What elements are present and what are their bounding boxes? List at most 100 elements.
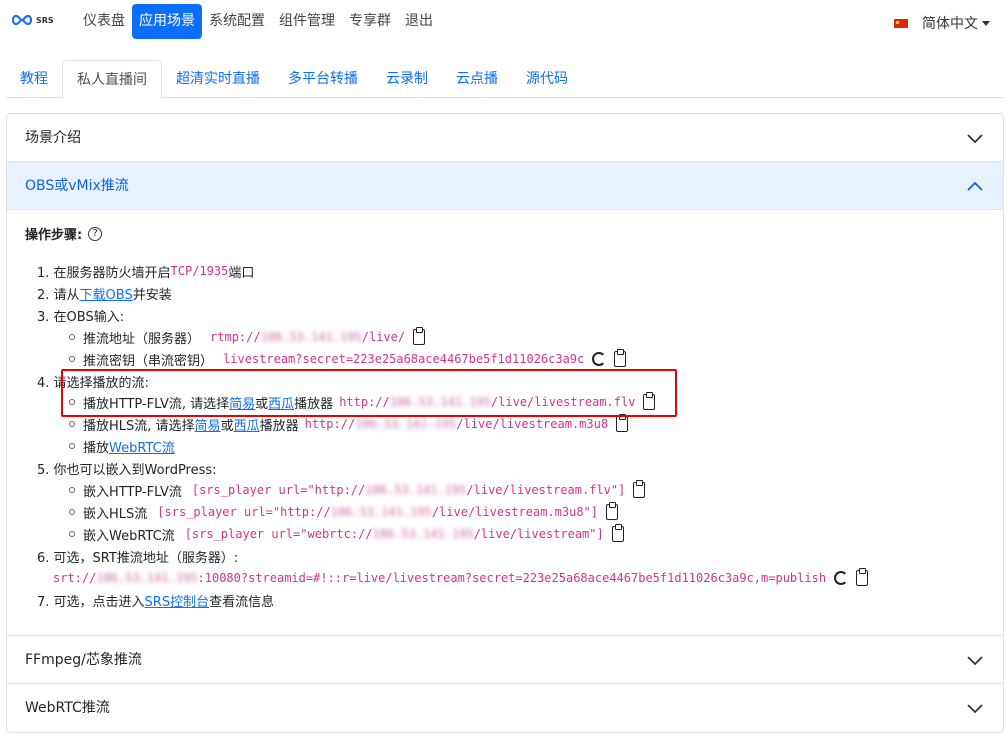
hls-ip: 106.53.141.195 [355,417,457,431]
nav-group[interactable]: 专享群 [342,4,398,39]
srs-console-link[interactable]: SRS控制台 [145,591,210,610]
accordion-webrtc-header[interactable]: WebRTC推流 [7,684,1003,732]
embed-flv-label: 嵌入HTTP-FLV流 [83,484,182,500]
chevron-down-icon [967,704,983,714]
bullet [69,334,75,340]
step-1: 1. 在服务器防火墙开启 TCP/1935 端口 [37,260,254,282]
stream-key-label: 推流密钥（串流密钥） [83,353,214,369]
hls-path: /live/livestream.m3u8 [456,417,609,431]
step-6-text: 6. 可选，SRT推流地址（服务器）: [37,550,239,566]
bullet [69,356,75,362]
step-6-srt: srt:// 106.53.141.195 :10080?streamid=#!… [53,567,869,589]
step-5: 5. 你也可以嵌入到WordPress: [37,457,217,479]
steps-heading: 操作步骤: ? [25,224,985,243]
bullet [69,443,75,449]
nav-config[interactable]: 系统配置 [202,4,272,39]
accordion-ffmpeg-title: FFmpeg/芯象推流 [25,652,142,668]
step-7-suffix: 查看流信息 [209,594,275,610]
help-icon[interactable]: ? [88,226,103,241]
server-path: /live/ [361,330,406,344]
clipboard-icon[interactable] [413,327,426,345]
bullet [69,421,75,427]
embed-webrtc-ip: 106.53.141.195 [372,527,474,541]
accordion-obs-title: OBS或vMix推流 [25,178,129,194]
embed-webrtc-label: 嵌入WebRTC流 [83,528,175,544]
embed-flv-ip: 106.53.141.195 [365,483,467,497]
step-3-text: 3. 在OBS输入: [37,309,125,325]
clipboard-icon[interactable] [616,414,629,432]
clipboard-icon[interactable] [633,480,646,498]
step-5-hls: 嵌入HLS流 [srs_player url="http:// 106.53.1… [69,501,618,523]
step-4-webrtc: 播放 WebRTC流 [69,435,175,457]
embed-flv-code: [srs_player url="http:// [191,483,366,497]
accordion-webrtc-title: WebRTC推流 [25,700,110,716]
navbar: SRS 仪表盘 应用场景 系统配置 组件管理 专享群 退出 简体中文 [0,0,1008,44]
tab-tutorial[interactable]: 教程 [6,60,62,98]
embed-flv-path: /live/livestream.flv"] [466,483,626,497]
accordion-intro-title: 场景介绍 [25,130,81,146]
chevron-down-icon [967,656,983,666]
clipboard-icon[interactable] [606,502,618,520]
clipboard-icon[interactable] [614,349,627,367]
nav-scenarios[interactable]: 应用场景 [132,4,202,39]
webrtc-stream-link[interactable]: WebRTC流 [109,437,175,456]
server-scheme: rtmp:// [210,330,261,344]
bullet [69,487,75,493]
step-1-text: 1. 在服务器防火墙开启 [37,265,171,281]
caret-down-icon [982,20,990,26]
scenario-tabs: 教程 私人直播间 超清实时直播 多平台转播 云录制 云点播 源代码 [6,60,1004,99]
server-ip: 106.53.141.195 [260,330,362,344]
clipboard-icon[interactable] [611,524,624,542]
step-2: 2. 请从 下载OBS 并安装 [37,282,172,304]
stream-key-code: livestream?secret=223e25a68ace4467be5f1d… [223,352,585,366]
step-2-text: 2. 请从 [37,287,80,303]
accordion-obs-header[interactable]: OBS或vMix推流 [7,162,1003,210]
nav-logout[interactable]: 退出 [398,4,440,39]
tab-realtime-live[interactable]: 超清实时直播 [162,60,274,98]
step-3-key: 推流密钥（串流密钥） livestream?secret=223e25a68ac… [69,348,627,370]
accordion-intro-header[interactable]: 场景介绍 [7,114,1003,162]
server-label: 推流地址（服务器） [83,331,201,347]
steps-title: 操作步骤: [25,228,83,243]
player-text: 播放器 [259,418,299,434]
embed-hls-path: /live/livestream.m3u8"] [431,505,598,519]
accordion-obs-body: 操作步骤: ? 1. 在服务器防火墙开启 TCP/1935 端口 2. 请从 下… [7,210,1003,636]
step-5-text: 5. 你也可以嵌入到WordPress: [37,462,217,478]
step-7: 7. 可选，点击进入 SRS控制台 查看流信息 [37,589,274,611]
embed-hls-label: 嵌入HLS流 [83,506,148,522]
step-1-suffix: 端口 [228,265,255,281]
tab-source-code[interactable]: 源代码 [512,60,582,98]
step-5-flv: 嵌入HTTP-FLV流 [srs_player url="http:// 106… [69,479,646,501]
embed-webrtc-path: /live/livestream"] [473,527,604,541]
bullet [69,531,75,537]
highlight-box [61,369,677,417]
embed-hls-ip: 106.53.141.195 [330,505,432,519]
srt-path: :10080?streamid=#!::r=live/livestream?se… [197,571,827,585]
tab-private-live[interactable]: 私人直播间 [62,60,162,99]
tab-multi-platform[interactable]: 多平台转播 [274,60,372,98]
srt-scheme: srt:// [53,571,97,585]
srt-ip: 106.53.141.195 [96,571,198,585]
step-5-webrtc: 嵌入WebRTC流 [srs_player url="webrtc:// 106… [69,523,624,545]
nav-dashboard[interactable]: 仪表盘 [76,4,132,39]
language-dropdown[interactable]: 简体中文 [894,13,990,33]
brand-name: SRS [36,15,54,25]
download-obs-link[interactable]: 下载OBS [80,284,133,303]
xigua-player-link[interactable]: 西瓜 [234,415,260,434]
step-3-server: 推流地址（服务器） rtmp:// 106.53.141.195 /live/ [69,326,426,348]
tab-cloud-record[interactable]: 云录制 [372,60,442,98]
clipboard-icon[interactable] [856,568,869,586]
accordion-ffmpeg-header[interactable]: FFmpeg/芯象推流 [7,636,1003,684]
step-7-text: 7. 可选，点击进入 [37,594,145,610]
refresh-icon[interactable] [592,352,607,366]
infinity-logo-icon [11,14,33,26]
brand-logo[interactable]: SRS [10,14,54,26]
chevron-down-icon [967,134,983,144]
nav-components[interactable]: 组件管理 [272,4,342,39]
china-flag-icon [894,18,908,28]
port-code: TCP/1935 [170,264,229,278]
tab-cloud-vod[interactable]: 云点播 [442,60,512,98]
simple-player-link[interactable]: 简易 [195,415,221,434]
refresh-icon[interactable] [834,571,849,585]
step-6: 6. 可选，SRT推流地址（服务器）: [37,545,238,567]
